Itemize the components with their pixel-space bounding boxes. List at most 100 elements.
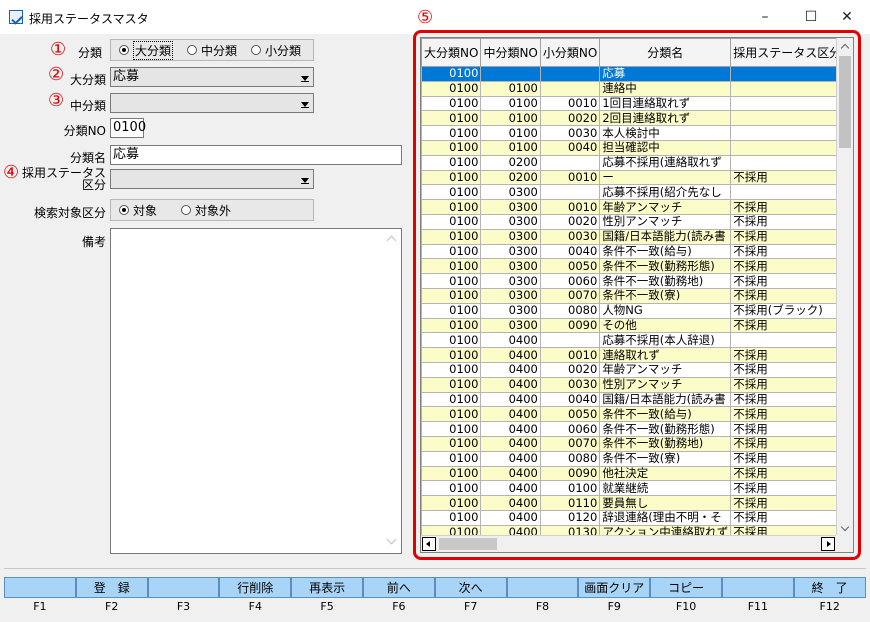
- remarks-scrollbar[interactable]: [384, 229, 401, 553]
- cell-class-name: 性別アンマッチ: [599, 213, 732, 230]
- cell-middle-no: 0400: [480, 421, 541, 437]
- cell-minor-no: [539, 66, 601, 82]
- middle-select[interactable]: [110, 93, 314, 113]
- chevron-down-icon[interactable]: [297, 68, 313, 86]
- radio-minor[interactable]: 小分類: [251, 42, 301, 59]
- table-row[interactable]: 0100 0300 0090 その他 不採用: [421, 317, 853, 334]
- scroll-up-icon[interactable]: [837, 38, 853, 55]
- function-button-f7[interactable]: 次へ: [434, 577, 507, 598]
- table-row[interactable]: 0100 0300 0020 性別アンマッチ 不採用: [421, 213, 853, 230]
- col-header-major-no[interactable]: 大分類NO: [421, 38, 482, 67]
- table-row[interactable]: 0100 0400 0030 性別アンマッチ 不採用: [421, 376, 853, 393]
- col-header-minor-no[interactable]: 小分類NO: [539, 38, 601, 67]
- cell-major-no: 0100: [421, 287, 482, 304]
- function-button-f2[interactable]: 登 録: [75, 577, 148, 598]
- minimize-button[interactable]: –: [742, 0, 788, 34]
- table-row[interactable]: 0100 0400 0080 条件不一致(寮) 不採用: [421, 450, 853, 467]
- scroll-thumb[interactable]: [839, 56, 851, 148]
- table-row[interactable]: 0100 0400 0010 連絡取れず 不採用: [421, 347, 853, 363]
- function-button-f1[interactable]: [4, 577, 76, 598]
- cell-major-no: 0100: [421, 243, 482, 260]
- cell-middle-no: 0300: [480, 243, 541, 260]
- table-row[interactable]: 0100 0400 0050 条件不一致(給与) 不採用: [421, 406, 853, 423]
- table-row[interactable]: 0100 0400 0110 要員無し 不採用: [421, 495, 853, 511]
- cell-status: [730, 154, 845, 171]
- radio-non-target[interactable]: 対象外: [181, 202, 231, 219]
- chevron-down-icon[interactable]: [297, 170, 313, 188]
- function-button-f4[interactable]: 行削除: [219, 577, 292, 598]
- close-button[interactable]: ✕: [824, 0, 870, 34]
- cell-major-no: 0100: [421, 273, 482, 289]
- table-row[interactable]: 0100 0400 0020 年齢アンマッチ 不採用: [421, 361, 853, 378]
- cell-middle-no: 0200: [480, 169, 541, 186]
- status-select[interactable]: [110, 169, 314, 189]
- cell-minor-no: 0060: [539, 421, 601, 437]
- table-row[interactable]: 0100 0100 連絡中: [421, 80, 853, 97]
- table-row[interactable]: 0100 0300 0060 条件不一致(勤務地) 不採用: [421, 273, 853, 289]
- table-row[interactable]: 0100 0200 0010 ー不採用: [421, 169, 853, 186]
- table-row[interactable]: 0100 0300 0040 条件不一致(給与) 不採用: [421, 243, 853, 260]
- table-row[interactable]: 0100 0400 0040 国籍/日本語能力(読み書 不採用: [421, 391, 853, 408]
- function-button-f9[interactable]: 画面クリア: [578, 577, 651, 598]
- cell-major-no: 0100: [421, 95, 482, 112]
- cell-status: 不採用: [730, 243, 845, 260]
- cell-status: 不採用: [730, 258, 845, 275]
- cell-major-no: 0100: [421, 228, 482, 245]
- radio-middle[interactable]: 中分類: [187, 42, 237, 59]
- cell-status: 不採用: [730, 199, 845, 215]
- radio-major[interactable]: 大分類: [119, 40, 174, 60]
- function-button-f11[interactable]: [721, 577, 794, 598]
- table-row[interactable]: 0100 0300 0050 条件不一致(勤務形態) 不採用: [421, 258, 853, 275]
- table-row[interactable]: 0100 0400 0060 条件不一致(勤務形態) 不採用: [421, 421, 853, 437]
- cell-middle-no: 0400: [480, 509, 541, 526]
- cell-minor-no: [539, 154, 601, 171]
- table-row[interactable]: 0100 0400 0090 他社決定 不採用: [421, 465, 853, 482]
- grid-horizontal-scrollbar[interactable]: [421, 535, 837, 552]
- function-button-f5[interactable]: 再表示: [291, 577, 363, 598]
- grid-vertical-scrollbar[interactable]: [836, 38, 853, 538]
- cell-status: 不採用: [730, 347, 845, 363]
- function-key-label: F6: [392, 600, 406, 613]
- table-row[interactable]: 0100 0100 0040 担当確認中: [421, 139, 853, 156]
- table-row[interactable]: 0100 0100 0010 1回目連絡取れず: [421, 95, 853, 112]
- table-row[interactable]: 0100 0300 0010 年齢アンマッチ 不採用: [421, 199, 853, 215]
- scroll-left-icon[interactable]: [422, 537, 436, 551]
- scroll-thumb[interactable]: [439, 538, 497, 550]
- function-button-f10[interactable]: コピー: [650, 577, 722, 598]
- table-row[interactable]: 0100 0300 0030 国籍/日本語能力(読み書 不採用: [421, 228, 853, 245]
- cell-class-name: 辞退連絡(理由不明・そ: [599, 509, 732, 526]
- table-row[interactable]: 0100 0400 応募不採用(本人辞退): [421, 332, 853, 349]
- class-no-input[interactable]: 0100: [110, 118, 146, 138]
- table-row[interactable]: 0100 応募: [421, 66, 853, 82]
- table-row[interactable]: 0100 0300 0070 条件不一致(寮) 不採用: [421, 287, 853, 304]
- function-button-f3[interactable]: [147, 577, 220, 598]
- table-row[interactable]: 0100 0400 0070 条件不一致(勤務地) 不採用: [421, 435, 853, 452]
- col-header-middle-no[interactable]: 中分類NO: [480, 38, 541, 67]
- table-row[interactable]: 0100 0200 応募不採用(連絡取れず: [421, 154, 853, 171]
- table-row[interactable]: 0100 0300 応募不採用(紹介先なし: [421, 184, 853, 201]
- col-header-class-name[interactable]: 分類名: [599, 38, 732, 67]
- table-row[interactable]: 0100 0100 0020 2回目連絡取れず: [421, 110, 853, 127]
- cell-minor-no: 0110: [539, 495, 601, 511]
- cell-major-no: 0100: [421, 391, 482, 408]
- cell-status: 不採用(ブラック): [730, 302, 845, 319]
- major-select[interactable]: 応募: [110, 67, 314, 87]
- function-button-f6[interactable]: 前へ: [362, 577, 435, 598]
- cell-status: 不採用: [730, 509, 845, 526]
- scroll-right-icon[interactable]: [821, 537, 835, 551]
- function-button-f12[interactable]: 終 了: [793, 577, 866, 598]
- col-header-status[interactable]: 採用ステータス区分: [730, 38, 845, 67]
- radio-target[interactable]: 対象: [119, 202, 157, 219]
- table-row[interactable]: 0100 0100 0030 本人検討中: [421, 125, 853, 141]
- class-name-input[interactable]: 応募: [110, 145, 402, 165]
- cell-class-name: 条件不一致(勤務地): [599, 273, 732, 289]
- table-row[interactable]: 0100 0300 0080 人物NG 不採用(ブラック): [421, 302, 853, 319]
- table-row[interactable]: 0100 0400 0100 就業継続 不採用: [421, 480, 853, 497]
- table-row[interactable]: 0100 0400 0120 辞退連絡(理由不明・そ 不採用: [421, 509, 853, 526]
- cell-middle-no: 0200: [480, 154, 541, 171]
- function-button-f8[interactable]: [506, 577, 579, 598]
- middle-label: 中分類: [69, 99, 106, 113]
- chevron-down-icon[interactable]: [297, 94, 313, 112]
- status-grid[interactable]: 大分類NO 中分類NO 小分類NO 分類名 採用ステータス区分 検 0100 応募…: [420, 37, 854, 553]
- remarks-textarea[interactable]: [110, 228, 402, 554]
